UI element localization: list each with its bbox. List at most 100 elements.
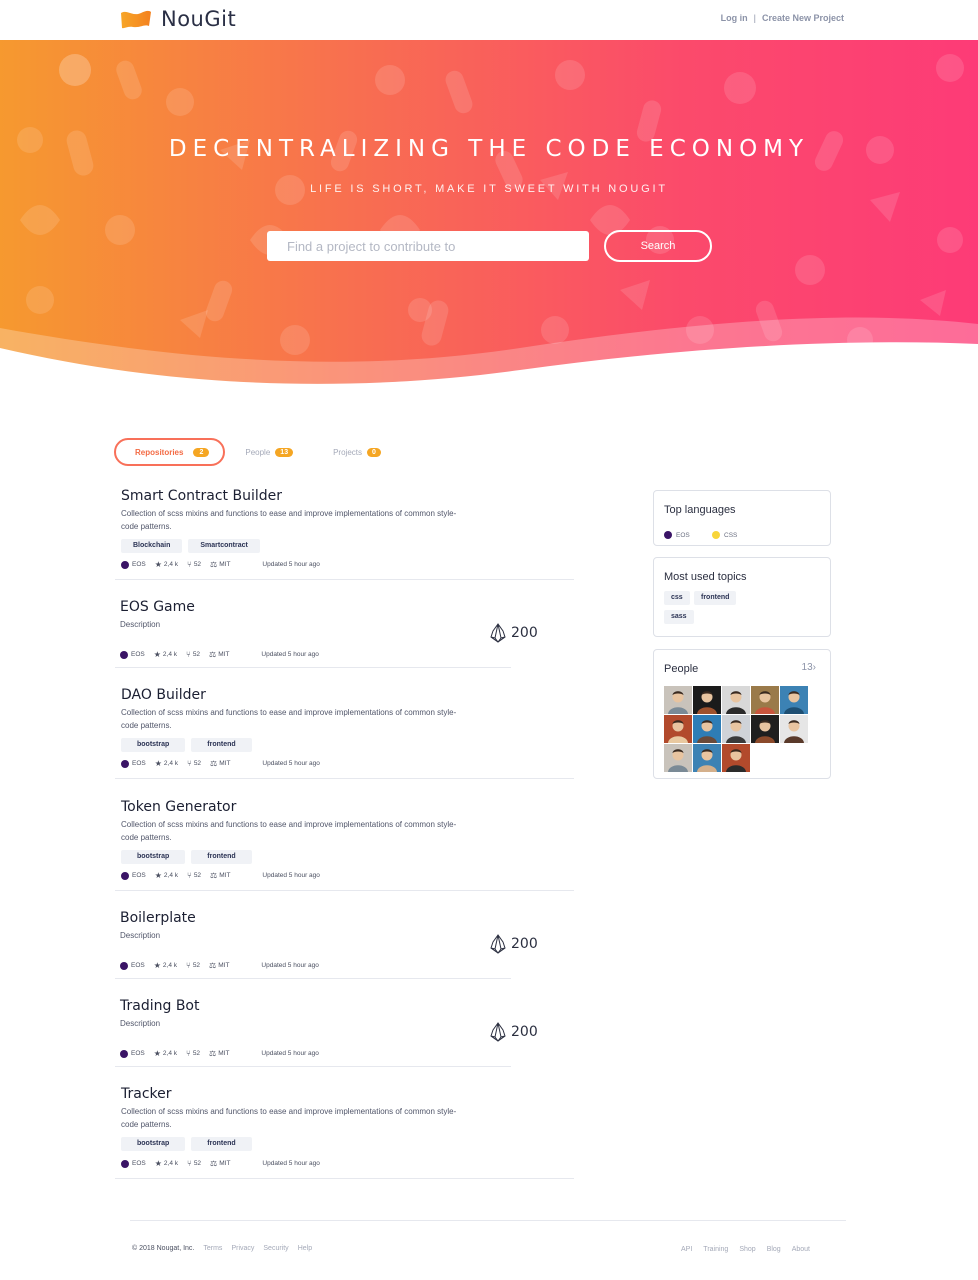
language-dot-icon [712,531,720,539]
repo-forks: 52 [193,872,202,879]
repo-updated: Updated 5 hour ago [261,1050,319,1057]
footer-link-shop[interactable]: Shop [739,1246,755,1253]
repo-description: Collection of scss mixins and functions … [121,820,457,842]
repo-tag[interactable]: frontend [191,850,252,864]
repo-language: EOS [132,561,146,568]
repo-updated: Updated 5 hour ago [262,1160,320,1167]
repo-name-link[interactable]: Smart Contract Builder [121,488,282,504]
topic-tag[interactable]: frontend [694,591,737,605]
repo-tag[interactable]: Smartcontract [188,539,260,553]
repo-meta: EOS ★ 2,4 k ⑂ 52 ⚖ MIT Updated 5 hour ago [121,871,320,880]
card-title: Top languages [664,504,736,516]
brand-name: NouGit [161,7,237,31]
fork-icon: ⑂ [187,871,192,880]
eos-token-icon [490,1022,506,1042]
repo-card: EOS Game Description EOS ★ 2,4 k ⑂ 52 ⚖ MIT… [115,598,511,668]
repo-language: EOS [131,962,145,969]
repo-forks: 52 [192,1050,201,1057]
language-item[interactable]: CSS [712,531,737,539]
person-avatar[interactable] [664,744,692,772]
person-avatar[interactable] [722,686,750,714]
top-nav: Log in | Create New Project [721,13,844,23]
repo-name-link[interactable]: Boilerplate [120,910,196,926]
topic-tag[interactable]: css [664,591,690,605]
repo-tag[interactable]: Blockchain [121,539,183,553]
people-count: 13 [801,662,813,673]
top-bar: NouGit Log in | Create New Project [0,0,978,40]
project-search-input[interactable] [267,231,589,261]
chevron-right-icon: › [812,662,816,673]
footer-link-privacy[interactable]: Privacy [231,1245,254,1252]
tab-projects[interactable]: Projects 0 [333,447,381,457]
copyright: © 2018 Nougat, Inc. [132,1245,195,1252]
tab-repositories[interactable]: Repositories 2 [114,438,226,466]
person-avatar[interactable] [693,744,721,772]
repo-tag[interactable]: frontend [191,738,252,752]
person-avatar[interactable] [664,715,692,743]
create-project-link[interactable]: Create New Project [762,13,844,23]
language-dot-icon [120,961,128,970]
nougat-logo-icon [121,10,151,29]
balance-scale-icon: ⚖ [210,1159,218,1168]
repo-stars: 2,4 k [163,561,178,568]
login-link[interactable]: Log in [721,13,748,23]
tab-label: People [245,447,271,457]
tab-people[interactable]: People 13 [245,447,294,457]
repo-meta: EOS ★ 2,4 k ⑂ 52 ⚖ MIT Updated 5 hour ago [120,650,319,659]
footer-divider [130,1220,846,1221]
repo-card: Trading Bot Description EOS ★ 2,4 k ⑂ 52 ⚖… [115,997,511,1067]
repo-tag[interactable]: bootstrap [121,850,186,864]
repo-license: MIT [219,561,231,568]
repo-name-link[interactable]: Token Generator [121,799,236,815]
person-avatar[interactable] [693,686,721,714]
search-button[interactable]: Search [604,230,712,262]
repo-meta: EOS ★ 2,4 k ⑂ 52 ⚖ MIT Updated 5 hour ago [120,961,319,970]
fork-icon: ⑂ [186,961,191,970]
people-count-link[interactable]: 13› [802,662,816,673]
repo-name-link[interactable]: Tracker [121,1086,172,1102]
repo-language: EOS [131,1050,145,1057]
eos-amount: 200 [511,1024,538,1040]
person-avatar[interactable] [751,715,779,743]
tab-label: Projects [333,447,362,457]
person-avatar[interactable] [664,686,692,714]
star-icon: ★ [154,871,162,880]
topic-tag[interactable]: sass [664,610,694,624]
footer-link-security[interactable]: Security [263,1245,288,1252]
repo-name-link[interactable]: EOS Game [120,599,195,615]
repo-name-link[interactable]: Trading Bot [120,998,199,1014]
language-name: CSS [724,531,738,539]
repo-stars: 2,4 k [163,760,178,767]
repo-name-link[interactable]: DAO Builder [121,687,206,703]
footer-link-help[interactable]: Help [298,1245,312,1252]
person-avatar[interactable] [693,715,721,743]
repo-updated: Updated 5 hour ago [261,651,319,658]
repo-tag[interactable]: bootstrap [121,1137,186,1151]
repo-tag[interactable]: bootstrap [121,738,186,752]
repo-language: EOS [132,1160,146,1167]
eos-reward: 200 [490,623,538,643]
person-avatar[interactable] [722,715,750,743]
footer-link-training[interactable]: Training [703,1246,728,1253]
footer-link-api[interactable]: API [681,1246,692,1253]
repo-meta: EOS ★ 2,4 k ⑂ 52 ⚖ MIT Updated 5 hour ago [121,759,320,768]
repo-description: Description [120,931,161,940]
language-item[interactable]: EOS [664,531,690,539]
star-icon: ★ [153,1049,161,1058]
repo-stars: 2,4 k [163,1160,178,1167]
person-avatar[interactable] [751,686,779,714]
language-name: EOS [676,531,690,539]
footer-link-terms[interactable]: Terms [203,1245,222,1252]
person-avatar[interactable] [780,715,808,743]
footer-link-about[interactable]: About [792,1246,810,1253]
footer-link-blog[interactable]: Blog [767,1246,781,1253]
repo-stars: 2,4 k [162,1050,177,1057]
repo-language: EOS [131,651,145,658]
language-dot-icon [120,650,128,659]
fork-icon: ⑂ [187,560,192,569]
repo-forks: 52 [193,760,202,767]
repo-tag[interactable]: frontend [191,1137,252,1151]
person-avatar[interactable] [780,686,808,714]
brand-logo[interactable]: NouGit [119,7,236,31]
person-avatar[interactable] [722,744,750,772]
